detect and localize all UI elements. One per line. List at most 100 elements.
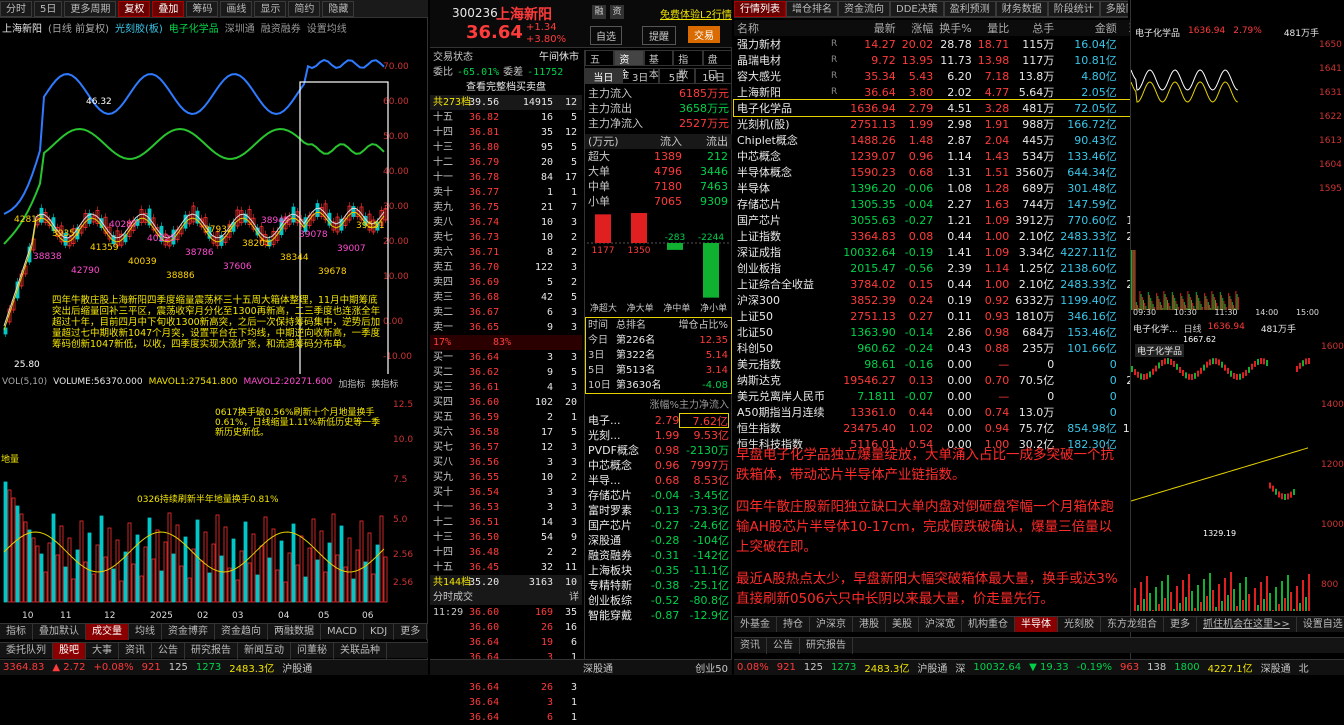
set-watchlist-link[interactable]: 设置自选	[1297, 617, 1344, 633]
quote-row[interactable]: 中芯概念1239.070.961.141.43534万133.46亿25	[734, 148, 1154, 164]
book-row[interactable]: 卖八36.74103	[430, 215, 582, 230]
tab-fund-flow[interactable]: 资金流向	[838, 1, 890, 17]
tab-forum[interactable]: 股吧	[53, 643, 86, 659]
change-indicator-button[interactable]: 换指标	[371, 377, 398, 390]
book-row[interactable]: 十一36.5333	[430, 500, 582, 515]
tab-stage[interactable]: 阶段统计	[1048, 1, 1100, 17]
tab-news[interactable]: 资讯	[119, 643, 152, 659]
book-row[interactable]: 十二36.51143	[430, 515, 582, 530]
sector-row[interactable]: 光刻...1.999.53亿	[585, 428, 732, 443]
period-3d[interactable]: 3日	[622, 68, 659, 84]
tab-five-level[interactable]: 五档	[585, 50, 614, 66]
book-row[interactable]: 买四36.6010220	[430, 395, 582, 410]
l2-trial-link[interactable]: 免费体验L2行情	[660, 6, 732, 21]
quote-row[interactable]: 半导体概念1590.230.681.311.513560万644.34亿	[734, 164, 1154, 180]
quote-row[interactable]: 深证成指10032.64-0.191.411.093.34亿4227.11亿35	[734, 244, 1154, 260]
sector-row[interactable]: 富时罗素-0.13-73.3亿	[585, 503, 732, 518]
sector-row[interactable]: 半导...0.688.53亿	[585, 473, 732, 488]
quote-row[interactable]: 上海新阳R36.643.802.024.775.64万2.05亿1	[734, 84, 1154, 100]
book-row[interactable]: 十五36.82165	[430, 110, 582, 125]
tab-margin-data[interactable]: 两融数据	[268, 624, 321, 640]
book-row[interactable]: 买十36.5433	[430, 485, 582, 500]
tab-indicator[interactable]: 指标	[0, 624, 33, 640]
tab-default[interactable]: 叠加默认	[33, 624, 86, 640]
quote-row[interactable]: 强力新材R14.2720.0228.7818.71115万16.04亿2	[734, 36, 1154, 52]
add-indicator-button[interactable]: 加指标	[338, 377, 365, 390]
tab-handicap[interactable]: 盘口	[703, 50, 732, 66]
quote-row[interactable]: 上证综合全收益3784.020.150.441.002.10亿2483.33亿2…	[734, 276, 1154, 292]
book-row[interactable]: 十四36.813512	[430, 125, 582, 140]
book-row[interactable]: 卖二36.6763	[430, 305, 582, 320]
book-row[interactable]: 十三36.50549	[430, 530, 582, 545]
ticks-detail-button[interactable]: 详	[569, 590, 579, 605]
tab-ma[interactable]: 均线	[129, 624, 162, 640]
sector-row[interactable]: 创业板综-0.52-80.8亿	[585, 593, 732, 608]
sz-connect-status[interactable]: 深股通	[583, 660, 613, 675]
quote-row[interactable]: 美元指数98.61-0.160.00—00	[734, 356, 1154, 372]
book-row[interactable]: 买七36.57123	[430, 440, 582, 455]
book-row[interactable]: 买六36.58175	[430, 425, 582, 440]
fund-icon[interactable]: 资	[610, 5, 624, 19]
book-row[interactable]: 买三36.6143	[430, 380, 582, 395]
quote-row[interactable]: 上证指数3364.830.080.441.002.10亿2483.33亿2.32	[734, 228, 1154, 244]
tab-macd[interactable]: MACD	[321, 624, 364, 640]
tab-fund-trend[interactable]: 资金趋向	[215, 624, 268, 640]
book-row[interactable]: 十三36.80955	[430, 140, 582, 155]
tab-holdings[interactable]: 持仓	[777, 617, 810, 633]
tab-notice[interactable]: 公告	[152, 643, 185, 659]
sector-row[interactable]: 中芯概念0.967997万	[585, 458, 732, 473]
full-book-button[interactable]: 查看完整档买卖盘	[466, 80, 546, 95]
quote-row[interactable]: 沪深3003852.390.240.190.926332万1199.40亿721	[734, 292, 1154, 308]
tab-multi[interactable]: 多股同列	[1100, 1, 1128, 17]
tab-fund-game[interactable]: 资金博弈	[162, 624, 215, 640]
tab-volume[interactable]: 成交量	[86, 624, 129, 640]
quote-row[interactable]: 存储芯片1305.35-0.042.271.63744万147.59亿297	[734, 196, 1154, 212]
tab-ask[interactable]: 问董秘	[291, 643, 334, 659]
sector-row[interactable]: 上海板块-0.35-11.1亿	[585, 563, 732, 578]
period-10d[interactable]: 10日	[695, 68, 732, 84]
book-row[interactable]: 十四36.4822	[430, 545, 582, 560]
period-5d[interactable]: 5日	[659, 68, 696, 84]
tab-us[interactable]: 美股	[886, 617, 919, 633]
tab-kdj[interactable]: KDJ	[364, 624, 394, 640]
opportunity-link[interactable]: 抓住机会在这里>>	[1197, 617, 1297, 633]
sector-row[interactable]: 专精特新-0.38-25.1亿	[585, 578, 732, 593]
book-row[interactable]: 买一36.6433	[430, 350, 582, 365]
quote-row[interactable]: 光刻机(股)2751.131.992.981.91988万166.72亿	[734, 116, 1154, 132]
book-row[interactable]: 卖十36.7711	[430, 185, 582, 200]
sector-row[interactable]: PVDF概念0.98-2130万	[585, 443, 732, 458]
sh-connect-label[interactable]: 沪股通	[282, 660, 312, 675]
tab-photoresist[interactable]: 光刻胶	[1058, 617, 1101, 633]
tab-east-combo[interactable]: 东方龙组合	[1101, 617, 1164, 633]
quote-row[interactable]: 科创50960.62-0.240.430.88235万101.66亿35	[734, 340, 1154, 356]
trade-button[interactable]: 交易	[688, 26, 720, 43]
tab-dde[interactable]: DDE决策	[890, 1, 944, 17]
book-row[interactable]: 十一36.788417	[430, 170, 582, 185]
quote-row[interactable]: Chiplet概念1488.261.482.872.04445万90.43亿17	[734, 132, 1154, 148]
quote-row[interactable]: A50期指当月连续13361.00.440.000.7413.0万0	[734, 404, 1154, 420]
sector-row[interactable]: 智能穿戴-0.87-12.9亿	[585, 608, 732, 623]
book-row[interactable]: 买二36.6295	[430, 365, 582, 380]
book-row[interactable]: 十二36.79205	[430, 155, 582, 170]
tab-events[interactable]: 大事	[86, 643, 119, 659]
quote-row[interactable]: 容大感光R35.345.436.207.1813.8万4.80亿2	[734, 68, 1154, 84]
tab-hs-wide[interactable]: 沪深宽	[919, 617, 962, 633]
quote-row[interactable]: 半导体1396.20-0.061.081.28689万301.48亿	[734, 180, 1154, 196]
tab-semis[interactable]: 半导体	[1015, 617, 1058, 633]
quote-row[interactable]: 恒生指数23475.401.020.000.9475.7亿854.98亿1927	[734, 420, 1154, 436]
book-row[interactable]: 卖七36.73102	[430, 230, 582, 245]
book-row[interactable]: 买五36.5921	[430, 410, 582, 425]
tab-inst[interactable]: 机构重仓	[962, 617, 1015, 633]
quote-row[interactable]: 晶瑞电材R9.7213.9511.7313.98117万10.81亿6	[734, 52, 1154, 68]
quote-row[interactable]: 电子化学品1636.942.794.513.28481万72.05亿21	[734, 100, 1154, 116]
tab-quote-list[interactable]: 行情列表	[734, 1, 786, 17]
tab-more-sectors[interactable]: 更多	[1164, 617, 1197, 633]
tab-order-queue[interactable]: 委托队列	[0, 643, 53, 659]
tab-hk[interactable]: 港股	[853, 617, 886, 633]
tab-interact[interactable]: 新闻互动	[238, 643, 291, 659]
sector-row[interactable]: 融资融券-0.31-142亿	[585, 548, 732, 563]
sector-row[interactable]: 深股通-0.28-104亿	[585, 533, 732, 548]
alert-button[interactable]: 提醒	[642, 26, 676, 45]
tab-more[interactable]: 更多	[394, 624, 427, 640]
book-row[interactable]: 卖五36.701223	[430, 260, 582, 275]
